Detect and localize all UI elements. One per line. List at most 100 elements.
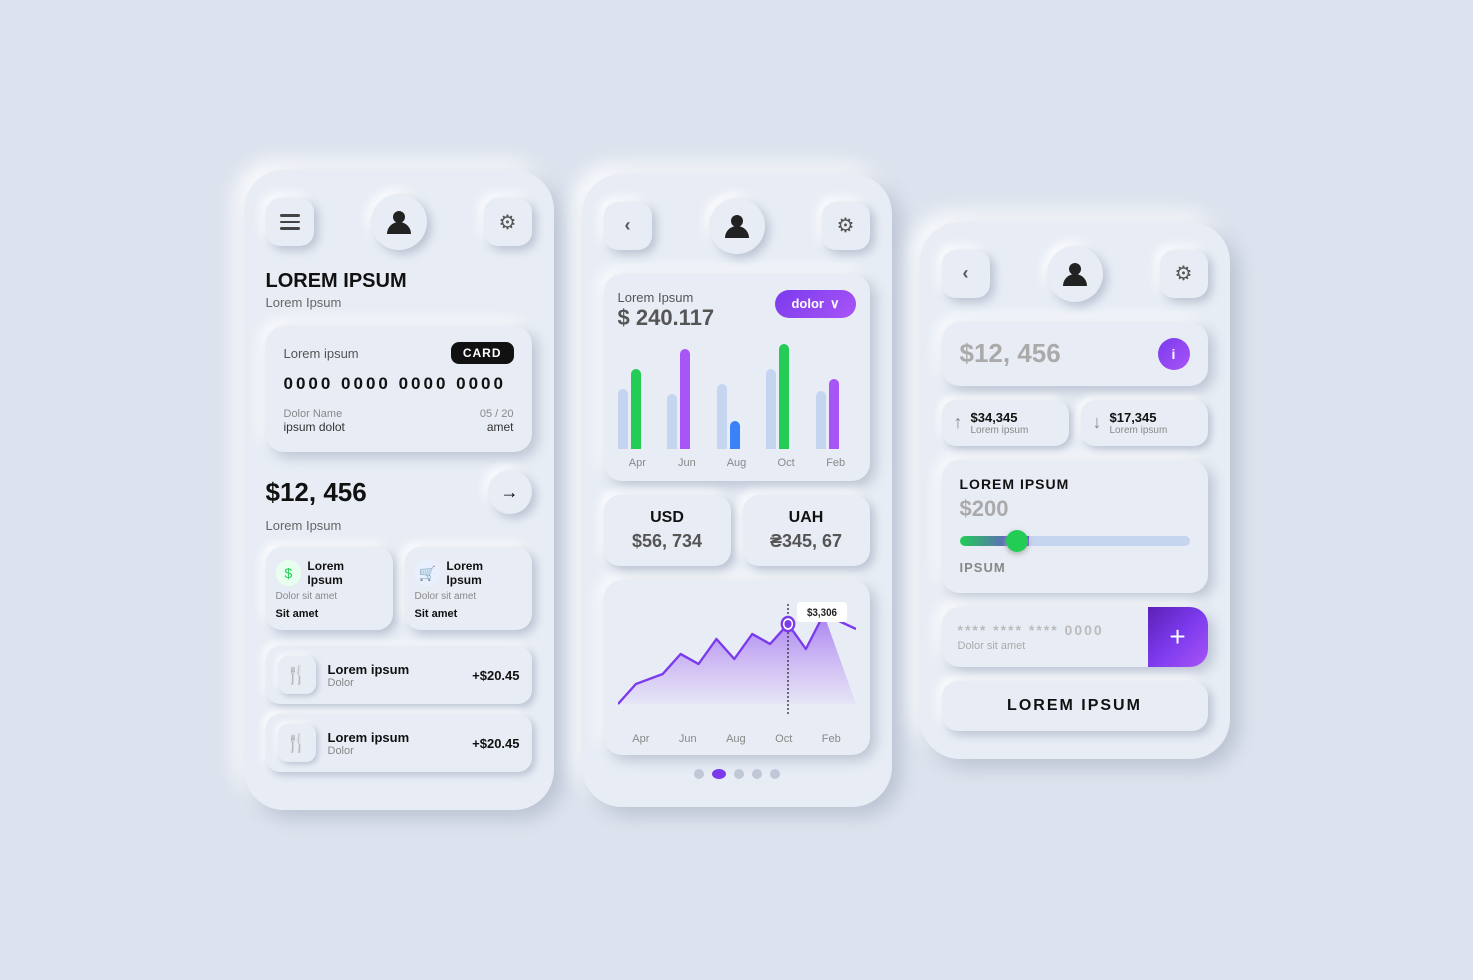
avatar-2[interactable] xyxy=(709,198,765,254)
dot-2[interactable] xyxy=(734,769,744,779)
action-card-shopping[interactable]: $ Lorem Ipsum Dolor sit amet Sit amet xyxy=(266,547,393,630)
cart-icon: 🛒 xyxy=(415,560,441,586)
card-footer: Dolor Name ipsum dolot 05 / 20 amet xyxy=(284,408,514,434)
screen-3: ‹ ⚙ $12, 456 i ↑ $34,34 xyxy=(920,222,1230,759)
bar-oct-light xyxy=(766,369,776,449)
action-row: $ Lorem Ipsum Dolor sit amet Sit amet 🛒 … xyxy=(266,547,532,630)
slider-thumb[interactable] xyxy=(1006,530,1028,552)
stat-down-info: $17,345 Lorem ipsum xyxy=(1110,410,1168,436)
s3-balance-card: $12, 456 i xyxy=(942,322,1208,386)
bar-feb-light xyxy=(816,391,826,449)
stat-up-info: $34,345 Lorem ipsum xyxy=(971,410,1029,436)
settings-button-2[interactable]: ⚙ xyxy=(822,202,870,250)
bar-group-jun xyxy=(667,349,707,449)
card-holder-label: Dolor Name xyxy=(284,408,345,420)
back-icon-3: ‹ xyxy=(963,263,969,284)
chevron-down-icon: ∨ xyxy=(830,296,840,312)
tx-amount-2: +$20.45 xyxy=(472,736,519,751)
card-expiry-label: 05 / 20 xyxy=(480,408,514,420)
s3-card-number-row: **** **** **** 0000 Dolor sit amet + xyxy=(942,607,1208,667)
dot-4[interactable] xyxy=(770,769,780,779)
card-expiry-value: amet xyxy=(480,420,514,434)
info-button[interactable]: i xyxy=(1158,338,1190,370)
bar-group-aug xyxy=(717,384,757,449)
stat-down: ↓ $17,345 Lorem ipsum xyxy=(1081,400,1208,446)
s3-stats-row: ↑ $34,345 Lorem ipsum ↓ $17,345 Lorem ip… xyxy=(942,400,1208,446)
add-card-button[interactable]: + xyxy=(1148,607,1208,667)
bar-chart-card: Lorem Ipsum $ 240.117 dolor ∨ xyxy=(604,274,870,481)
line-x-labels: Apr Jun Aug Oct Feb xyxy=(618,733,856,745)
card-expiry-info: 05 / 20 amet xyxy=(480,408,514,434)
action-title-2: Lorem Ipsum xyxy=(446,559,521,587)
tx-name-1: Lorem ipsum xyxy=(328,662,461,677)
stat-up-amount: $34,345 xyxy=(971,410,1029,425)
avatar-1[interactable] xyxy=(371,194,427,250)
person-icon-3 xyxy=(1059,258,1091,290)
dolor-label: dolor xyxy=(791,296,824,311)
gear-icon-2: ⚙ xyxy=(837,213,855,238)
action-desc-2: Dolor sit amet xyxy=(415,591,522,602)
arrow-right-icon: → xyxy=(501,482,519,503)
s3-slider-card: LOREM IPSUM $200 IPSUM xyxy=(942,460,1208,593)
action-title-1: Lorem Ipsum xyxy=(307,559,382,587)
menu-button[interactable] xyxy=(266,198,314,246)
card-label: Lorem ipsum xyxy=(284,346,359,361)
info-icon: i xyxy=(1172,346,1176,362)
hamburger-icon xyxy=(280,214,300,230)
line-chart-card: $3,306 Apr Jun Aug Oct Feb xyxy=(604,580,870,755)
screen-1: ⚙ LOREM IPSUM Lorem Ipsum Lorem ipsum CA… xyxy=(244,170,554,810)
avatar-3[interactable] xyxy=(1047,246,1103,302)
bar-aug-light xyxy=(717,384,727,449)
back-icon-2: ‹ xyxy=(625,215,631,236)
transaction-item-2[interactable]: 🍴 Lorem ipsum Dolor +$20.45 xyxy=(266,714,532,772)
slider-track[interactable] xyxy=(960,536,1190,546)
action-link-1: Sit amet xyxy=(276,608,383,620)
back-button-3[interactable]: ‹ xyxy=(942,250,990,298)
currency-usd[interactable]: USD $56, 734 xyxy=(604,495,731,566)
bar-label-jun: Jun xyxy=(667,457,707,469)
main-cta-button[interactable]: LOREM IPSUM xyxy=(942,681,1208,731)
nav-bar-1: ⚙ xyxy=(266,194,532,250)
transaction-item-1[interactable]: 🍴 Lorem ipsum Dolor +$20.45 xyxy=(266,646,532,704)
chart-title: Lorem Ipsum xyxy=(618,290,715,305)
stat-down-label: Lorem ipsum xyxy=(1110,425,1168,436)
dollar-icon: $ xyxy=(276,560,302,586)
s3-slider-title: LOREM IPSUM xyxy=(960,476,1190,492)
bar-label-apr: Apr xyxy=(618,457,658,469)
dot-0[interactable] xyxy=(694,769,704,779)
line-label-jun: Jun xyxy=(679,733,697,745)
arrow-up-icon: ↑ xyxy=(954,412,963,433)
back-button-2[interactable]: ‹ xyxy=(604,202,652,250)
action-icon-row-1: $ Lorem Ipsum xyxy=(276,559,383,587)
stat-up-label: Lorem ipsum xyxy=(971,425,1029,436)
action-card-cart[interactable]: 🛒 Lorem Ipsum Dolor sit amet Sit amet xyxy=(405,547,532,630)
bar-label-feb: Feb xyxy=(816,457,856,469)
chart-title-group: Lorem Ipsum $ 240.117 xyxy=(618,290,715,331)
card-tag: CARD xyxy=(451,342,514,364)
chart-amount: $ 240.117 xyxy=(618,305,715,331)
dot-1[interactable] xyxy=(712,769,726,779)
currency-row: USD $56, 734 UAH ₴345, 67 xyxy=(604,495,870,566)
bar-label-aug: Aug xyxy=(717,457,757,469)
action-desc-1: Dolor sit amet xyxy=(276,591,383,602)
balance-label: Lorem Ipsum xyxy=(266,518,532,533)
line-label-aug: Aug xyxy=(726,733,746,745)
person-icon xyxy=(383,206,415,238)
line-chart-svg: $3,306 xyxy=(618,594,856,724)
line-label-oct: Oct xyxy=(775,733,792,745)
bar-apr-green xyxy=(631,369,641,449)
settings-button-3[interactable]: ⚙ xyxy=(1160,250,1208,298)
bar-feb-purple xyxy=(829,379,839,449)
arrow-right-button[interactable]: → xyxy=(488,470,532,514)
card-holder-info: Dolor Name ipsum dolot xyxy=(284,408,345,434)
settings-button-1[interactable]: ⚙ xyxy=(484,198,532,246)
dot-3[interactable] xyxy=(752,769,762,779)
currency-uah[interactable]: UAH ₴345, 67 xyxy=(743,495,870,566)
bar-jun-light xyxy=(667,394,677,449)
bar-apr-light xyxy=(618,389,628,449)
screen-2: ‹ ⚙ Lorem Ipsum $ 240.117 dolor xyxy=(582,174,892,807)
currency-usd-name: USD xyxy=(616,509,719,527)
dolor-badge[interactable]: dolor ∨ xyxy=(775,290,855,318)
bar-aug-blue xyxy=(730,421,740,449)
currency-usd-value: $56, 734 xyxy=(616,531,719,552)
